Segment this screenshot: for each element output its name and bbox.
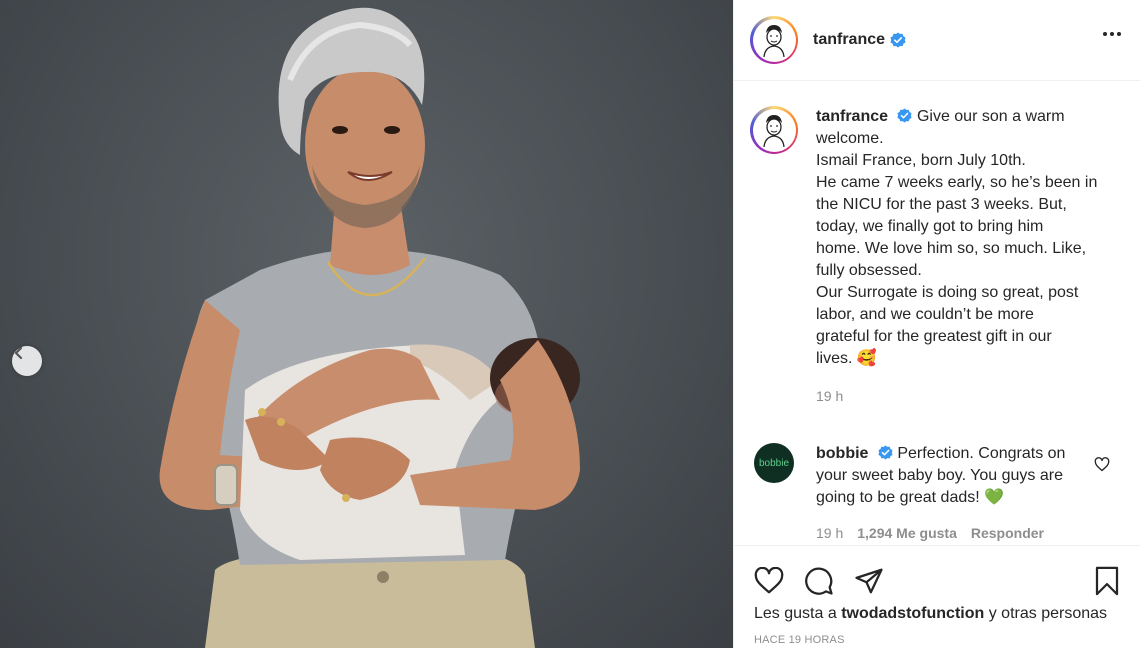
photo-illustration — [159, 7, 580, 648]
caption-username[interactable]: tanfrance — [816, 108, 888, 125]
caption-line: Our Surrogate is doing so great, post — [816, 284, 1079, 301]
header-username[interactable]: tanfrance — [813, 31, 885, 49]
comment-body: bobbie Perfection. Congrats on your swee… — [816, 443, 1076, 509]
likes-prefix: Les gusta a — [754, 605, 837, 622]
comment-reply-button[interactable]: Responder — [971, 522, 1044, 544]
carousel-prev-button[interactable] — [12, 346, 42, 376]
verified-badge-icon — [878, 445, 893, 460]
comment-icon — [805, 567, 833, 595]
caption-line: fully obsessed. — [816, 262, 922, 279]
avatar-illustration-icon — [763, 25, 785, 57]
caption-line: Give our son a warm — [916, 108, 1065, 125]
likes-summary: Les gusta a twodadstofunction y otras pe… — [734, 605, 1140, 623]
like-button[interactable] — [754, 567, 784, 595]
action-buttons-row — [734, 546, 1140, 602]
bookmark-icon — [1095, 566, 1119, 596]
comment-meta: 19 h 1,294 Me gusta Responder — [816, 522, 1076, 544]
caption-line: grateful for the greatest gift in our — [816, 328, 1052, 345]
post-caption: tanfrance Give our son a warm welcome. I… — [734, 82, 1140, 407]
caption-author-avatar[interactable] — [750, 106, 798, 154]
caption-timestamp[interactable]: 19 h — [816, 385, 1116, 407]
comment-like-heart-icon[interactable] — [1094, 457, 1110, 472]
comment-timestamp[interactable]: 19 h — [816, 522, 843, 544]
caption-line: home. We love him so, so much. Like, — [816, 240, 1087, 257]
share-icon — [855, 568, 883, 594]
post-timestamp[interactable]: HACE 19 HORAS — [734, 634, 1140, 646]
comments-section[interactable]: tanfrance Give our son a warm welcome. I… — [734, 82, 1140, 544]
caption-line: today, we finally got to bring him — [816, 218, 1044, 235]
post-actions: Les gusta a twodadstofunction y otras pe… — [734, 545, 1140, 648]
likes-user-link[interactable]: twodadstofunction — [841, 605, 984, 622]
caption-line: Ismail France, born July 10th. — [816, 152, 1026, 169]
comment-username[interactable]: bobbie — [816, 445, 868, 462]
caption-line: He came 7 weeks early, so he’s been in — [816, 174, 1098, 191]
save-button[interactable] — [1094, 566, 1120, 596]
likes-suffix[interactable]: y otras personas — [989, 605, 1107, 622]
verified-badge-icon — [897, 108, 913, 123]
more-options-icon[interactable] — [1102, 31, 1122, 37]
post-photo[interactable] — [0, 0, 733, 648]
post-side-panel: tanfrance tanfrance Give our son a warm … — [733, 0, 1140, 648]
caption-line: lives. 🥰 — [816, 350, 877, 367]
avatar-illustration-icon — [763, 115, 785, 147]
caption-line: the NICU for the past 3 weeks. But, — [816, 196, 1067, 213]
comment-button[interactable] — [804, 566, 834, 596]
chevron-left-icon — [14, 346, 23, 360]
post-header: tanfrance — [734, 0, 1140, 81]
share-button[interactable] — [854, 567, 884, 595]
caption-line: labor, and we couldn’t be more — [816, 306, 1034, 323]
verified-badge-icon — [890, 32, 906, 48]
commenter-avatar[interactable]: bobbie — [754, 443, 794, 483]
author-avatar[interactable] — [750, 16, 798, 64]
caption-line: welcome. — [816, 130, 884, 147]
caption-body: tanfrance Give our son a warm welcome. I… — [816, 106, 1116, 370]
comment-likes-count[interactable]: 1,294 Me gusta — [857, 522, 957, 544]
heart-icon — [754, 567, 784, 594]
comment-item: bobbie bobbie Perfection. Congrats on yo… — [734, 407, 1140, 544]
